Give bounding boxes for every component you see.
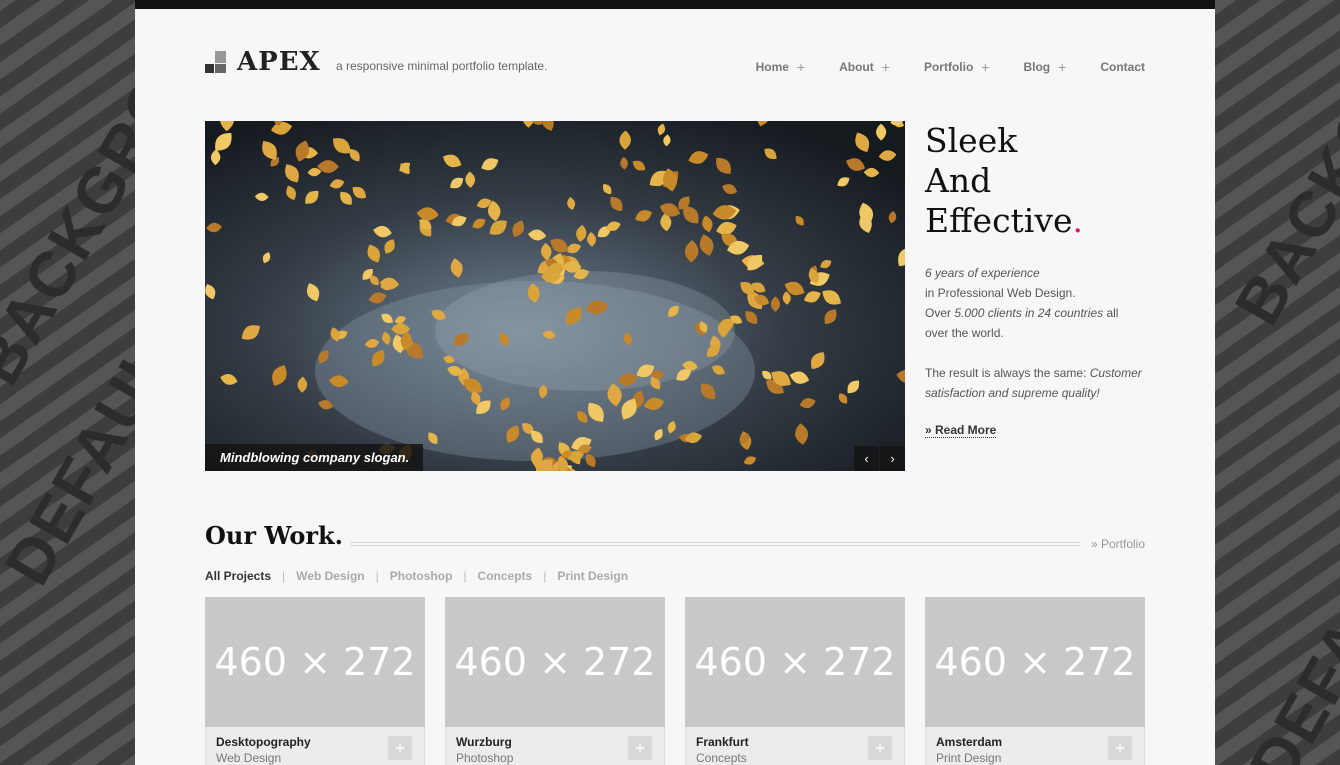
project-title[interactable]: Amsterdam	[936, 735, 1134, 749]
filter-separator: |	[543, 569, 547, 583]
hero-image	[205, 121, 905, 471]
headline-dot: .	[1072, 201, 1084, 240]
nav-item-about[interactable]: About +	[839, 59, 890, 75]
plus-icon[interactable]: +	[388, 736, 412, 760]
tagline: a responsive minimal portfolio template.	[336, 59, 548, 73]
card-footer: Amsterdam Print Design +	[925, 727, 1145, 765]
slider-controls: ‹ ›	[853, 446, 905, 471]
filter-web-design[interactable]: Web Design	[296, 569, 364, 583]
filter-separator: |	[375, 569, 379, 583]
nav-label: Home	[755, 60, 789, 74]
headline-line: Sleek	[925, 121, 1018, 160]
plus-icon: +	[881, 59, 890, 75]
intro-world: over the world.	[925, 326, 1004, 340]
chevron-left-icon[interactable]: ‹	[854, 446, 879, 471]
portfolio-grid: 460 × 272 Desktopography Web Design + 46…	[205, 597, 1145, 765]
section-title: Our Work.	[205, 521, 343, 550]
intro-over: Over	[925, 306, 952, 320]
project-category: Photoshop	[456, 751, 514, 765]
plus-icon: +	[981, 59, 990, 75]
project-category: Web Design	[216, 751, 282, 765]
intro-text: 6 years of experience in Professional We…	[925, 263, 1150, 403]
project-thumbnail[interactable]: 460 × 272	[205, 597, 425, 727]
page-container: APEX a responsive minimal portfolio temp…	[135, 0, 1215, 765]
intro-result: The result is always the same:	[925, 366, 1087, 380]
project-category: Print Design	[936, 751, 1002, 765]
nav-item-blog[interactable]: Blog +	[1023, 59, 1066, 75]
portfolio-link[interactable]: » Portfolio	[1091, 537, 1145, 551]
portfolio-card: 460 × 272 Wurzburg Photoshop +	[445, 597, 665, 765]
hero-headline: Sleek And Effective.	[925, 121, 1155, 241]
portfolio-card: 460 × 272 Amsterdam Print Design +	[925, 597, 1145, 765]
nav-item-home[interactable]: Home +	[756, 59, 806, 75]
plus-icon: +	[1058, 59, 1067, 75]
logo-text: APEX	[237, 47, 321, 77]
project-thumbnail[interactable]: 460 × 272	[685, 597, 905, 727]
plus-icon: +	[796, 59, 806, 75]
portfolio-filters: All Projects | Web Design | Photoshop | …	[205, 569, 628, 583]
intro-all: all	[1106, 306, 1119, 320]
headline-line: And	[925, 161, 992, 200]
chevron-right-icon[interactable]: ›	[880, 446, 905, 471]
portfolio-card: 460 × 272 Frankfurt Concepts +	[685, 597, 905, 765]
project-title[interactable]: Desktopography	[216, 735, 414, 749]
filter-concepts[interactable]: Concepts	[478, 569, 533, 583]
nav-item-portfolio[interactable]: Portfolio +	[924, 59, 990, 75]
card-footer: Wurzburg Photoshop +	[445, 727, 665, 765]
intro-years: 6 years of experience	[925, 266, 1040, 280]
nav-label: About	[839, 60, 874, 74]
main-nav: Home + About + Portfolio + Blog + Contac…	[722, 59, 1145, 75]
intro-line: in Professional Web Design.	[925, 286, 1076, 300]
plus-icon[interactable]: +	[628, 736, 652, 760]
card-footer: Desktopography Web Design +	[205, 727, 425, 765]
filter-photoshop[interactable]: Photoshop	[390, 569, 453, 583]
plus-icon[interactable]: +	[868, 736, 892, 760]
background-watermark-right-2: DEFAULT	[1235, 496, 1340, 765]
card-footer: Frankfurt Concepts +	[685, 727, 905, 765]
project-category: Concepts	[696, 751, 747, 765]
hero-slogan: Mindblowing company slogan.	[205, 444, 424, 471]
filter-print-design[interactable]: Print Design	[557, 569, 628, 583]
project-thumbnail[interactable]: 460 × 272	[925, 597, 1145, 727]
project-title[interactable]: Frankfurt	[696, 735, 894, 749]
section-divider	[350, 542, 1080, 546]
filter-separator: |	[463, 569, 467, 583]
project-title[interactable]: Wurzburg	[456, 735, 654, 749]
nav-label: Contact	[1100, 60, 1145, 74]
filter-separator: |	[282, 569, 286, 583]
logo[interactable]: APEX	[205, 47, 321, 77]
project-thumbnail[interactable]: 460 × 272	[445, 597, 665, 727]
read-more-link[interactable]: » Read More	[925, 423, 997, 438]
logo-mark-icon	[205, 51, 227, 73]
portfolio-card: 460 × 272 Desktopography Web Design +	[205, 597, 425, 765]
headline-line: Effective	[925, 201, 1073, 240]
background-watermark-right: BACKGROUND	[1220, 0, 1340, 337]
nav-label: Portfolio	[923, 60, 974, 74]
nav-label: Blog	[1023, 60, 1051, 74]
filter-all-projects[interactable]: All Projects	[205, 569, 271, 583]
nav-item-contact[interactable]: Contact	[1100, 59, 1145, 75]
intro-clients: 5.000 clients in 24 countries	[954, 306, 1104, 320]
plus-icon[interactable]: +	[1108, 736, 1132, 760]
hero-slider[interactable]: Mindblowing company slogan. ‹ ›	[205, 121, 905, 471]
